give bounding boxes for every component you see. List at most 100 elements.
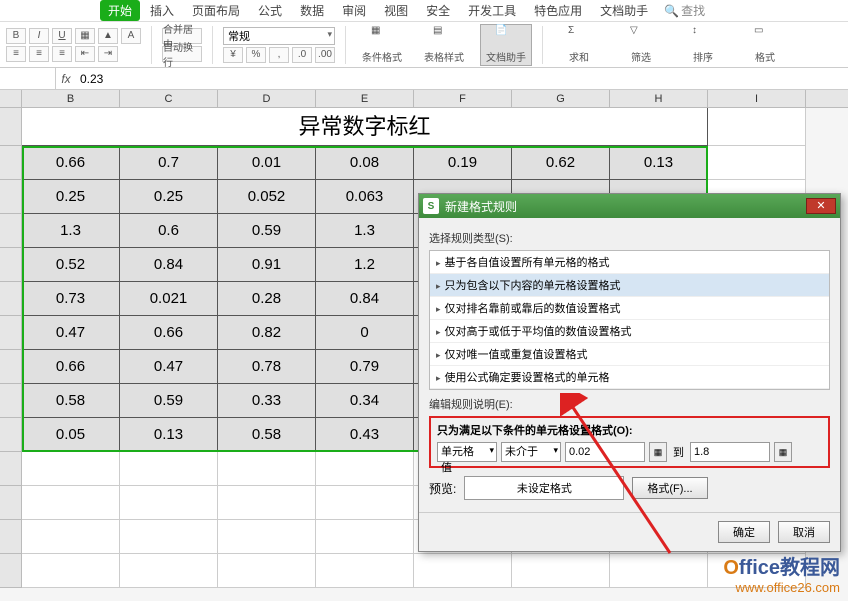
formula-input[interactable] — [76, 68, 848, 89]
tab-insert[interactable]: 插入 — [142, 0, 182, 21]
cell[interactable]: 0.82 — [218, 316, 316, 350]
underline-button[interactable]: U — [52, 28, 72, 44]
cell[interactable] — [316, 554, 414, 588]
rule-type-item[interactable]: 使用公式确定要设置格式的单元格 — [430, 366, 829, 389]
cell[interactable]: 0.063 — [316, 180, 414, 214]
cell[interactable] — [218, 452, 316, 486]
cell[interactable] — [22, 452, 120, 486]
ok-button[interactable]: 确定 — [718, 521, 770, 543]
rule-type-item[interactable]: 仅对高于或低于平均值的数值设置格式 — [430, 320, 829, 343]
cell[interactable]: 0.05 — [22, 418, 120, 452]
row-header[interactable] — [0, 554, 22, 588]
col-header[interactable]: I — [708, 90, 806, 107]
cell-style-button[interactable]: ▤表格样式 — [418, 24, 470, 66]
cell-value-select[interactable]: 单元格值 — [437, 442, 497, 462]
wrap-button[interactable]: 自动换行 — [162, 46, 202, 62]
row-header[interactable] — [0, 316, 22, 350]
currency-button[interactable]: ¥ — [223, 47, 243, 63]
indent-inc-button[interactable]: ⇥ — [98, 46, 118, 62]
cell[interactable]: 0.91 — [218, 248, 316, 282]
cell[interactable]: 0 — [316, 316, 414, 350]
row-header[interactable] — [0, 108, 22, 146]
rule-type-item[interactable]: 只为包含以下内容的单元格设置格式 — [430, 274, 829, 297]
cell[interactable]: 0.01 — [218, 146, 316, 180]
cell[interactable]: 0.66 — [22, 146, 120, 180]
col-header[interactable]: E — [316, 90, 414, 107]
cell[interactable]: 0.52 — [22, 248, 120, 282]
cell[interactable]: 0.78 — [218, 350, 316, 384]
tab-data[interactable]: 数据 — [292, 0, 332, 21]
cell[interactable]: 1.3 — [316, 214, 414, 248]
cell[interactable]: 0.25 — [120, 180, 218, 214]
select-all-corner[interactable] — [0, 90, 22, 107]
cell[interactable]: 0.34 — [316, 384, 414, 418]
range-picker-2[interactable]: ▦ — [774, 442, 792, 462]
cell[interactable] — [22, 554, 120, 588]
cell[interactable]: 0.79 — [316, 350, 414, 384]
row-header[interactable] — [0, 146, 22, 180]
cell[interactable]: 0.33 — [218, 384, 316, 418]
cell[interactable]: 0.7 — [120, 146, 218, 180]
cell[interactable] — [218, 520, 316, 554]
row-header[interactable] — [0, 180, 22, 214]
cell[interactable]: 1.3 — [22, 214, 120, 248]
number-format-select[interactable]: 常规 — [223, 27, 335, 45]
border-button[interactable]: ▦ — [75, 28, 95, 44]
cell[interactable]: 0.08 — [316, 146, 414, 180]
indent-dec-button[interactable]: ⇤ — [75, 46, 95, 62]
cell[interactable] — [120, 452, 218, 486]
sum-button[interactable]: Σ求和 — [553, 24, 605, 66]
align-right-button[interactable]: ≡ — [52, 46, 72, 62]
row-header[interactable] — [0, 350, 22, 384]
cell[interactable]: 0.13 — [120, 418, 218, 452]
cell[interactable] — [414, 554, 512, 588]
align-center-button[interactable]: ≡ — [29, 46, 49, 62]
tab-dochelper[interactable]: 文档助手 — [592, 0, 656, 21]
tab-layout[interactable]: 页面布局 — [184, 0, 248, 21]
value2-input[interactable] — [690, 442, 770, 462]
fill-color-button[interactable]: ▲ — [98, 28, 118, 44]
cell[interactable] — [512, 554, 610, 588]
tab-start[interactable]: 开始 — [100, 0, 140, 21]
row-header[interactable] — [0, 520, 22, 554]
cell[interactable]: 0.052 — [218, 180, 316, 214]
bold-button[interactable]: B — [6, 28, 26, 44]
col-header[interactable]: B — [22, 90, 120, 107]
cell[interactable]: 0.43 — [316, 418, 414, 452]
col-header[interactable]: F — [414, 90, 512, 107]
cell[interactable] — [316, 520, 414, 554]
tab-dev[interactable]: 开发工具 — [460, 0, 524, 21]
cell[interactable] — [22, 486, 120, 520]
range-picker-1[interactable]: ▦ — [649, 442, 667, 462]
cell[interactable] — [218, 554, 316, 588]
col-header[interactable]: H — [610, 90, 708, 107]
tab-formula[interactable]: 公式 — [250, 0, 290, 21]
cell[interactable] — [22, 520, 120, 554]
cell[interactable] — [218, 486, 316, 520]
cell[interactable]: 0.58 — [218, 418, 316, 452]
rule-type-item[interactable]: 仅对唯一值或重复值设置格式 — [430, 343, 829, 366]
tab-view[interactable]: 视图 — [376, 0, 416, 21]
cell[interactable]: 0.59 — [120, 384, 218, 418]
operator-select[interactable]: 未介于 — [501, 442, 561, 462]
dec-dec-button[interactable]: .00 — [315, 47, 335, 63]
percent-button[interactable]: % — [246, 47, 266, 63]
cell[interactable] — [120, 486, 218, 520]
cell[interactable] — [316, 452, 414, 486]
row-header[interactable] — [0, 452, 22, 486]
search-box[interactable]: 🔍查找 — [664, 2, 705, 19]
dialog-titlebar[interactable]: S 新建格式规则 ✕ — [419, 194, 840, 218]
close-button[interactable]: ✕ — [806, 198, 836, 214]
italic-button[interactable]: I — [29, 28, 49, 44]
cell[interactable]: 1.2 — [316, 248, 414, 282]
dec-inc-button[interactable]: .0 — [292, 47, 312, 63]
cell[interactable]: 0.62 — [512, 146, 610, 180]
col-header[interactable]: G — [512, 90, 610, 107]
cell[interactable]: 0.25 — [22, 180, 120, 214]
cell[interactable]: 0.58 — [22, 384, 120, 418]
cell[interactable]: 0.19 — [414, 146, 512, 180]
align-left-button[interactable]: ≡ — [6, 46, 26, 62]
font-color-button[interactable]: A — [121, 28, 141, 44]
col-header[interactable]: D — [218, 90, 316, 107]
row-header[interactable] — [0, 214, 22, 248]
